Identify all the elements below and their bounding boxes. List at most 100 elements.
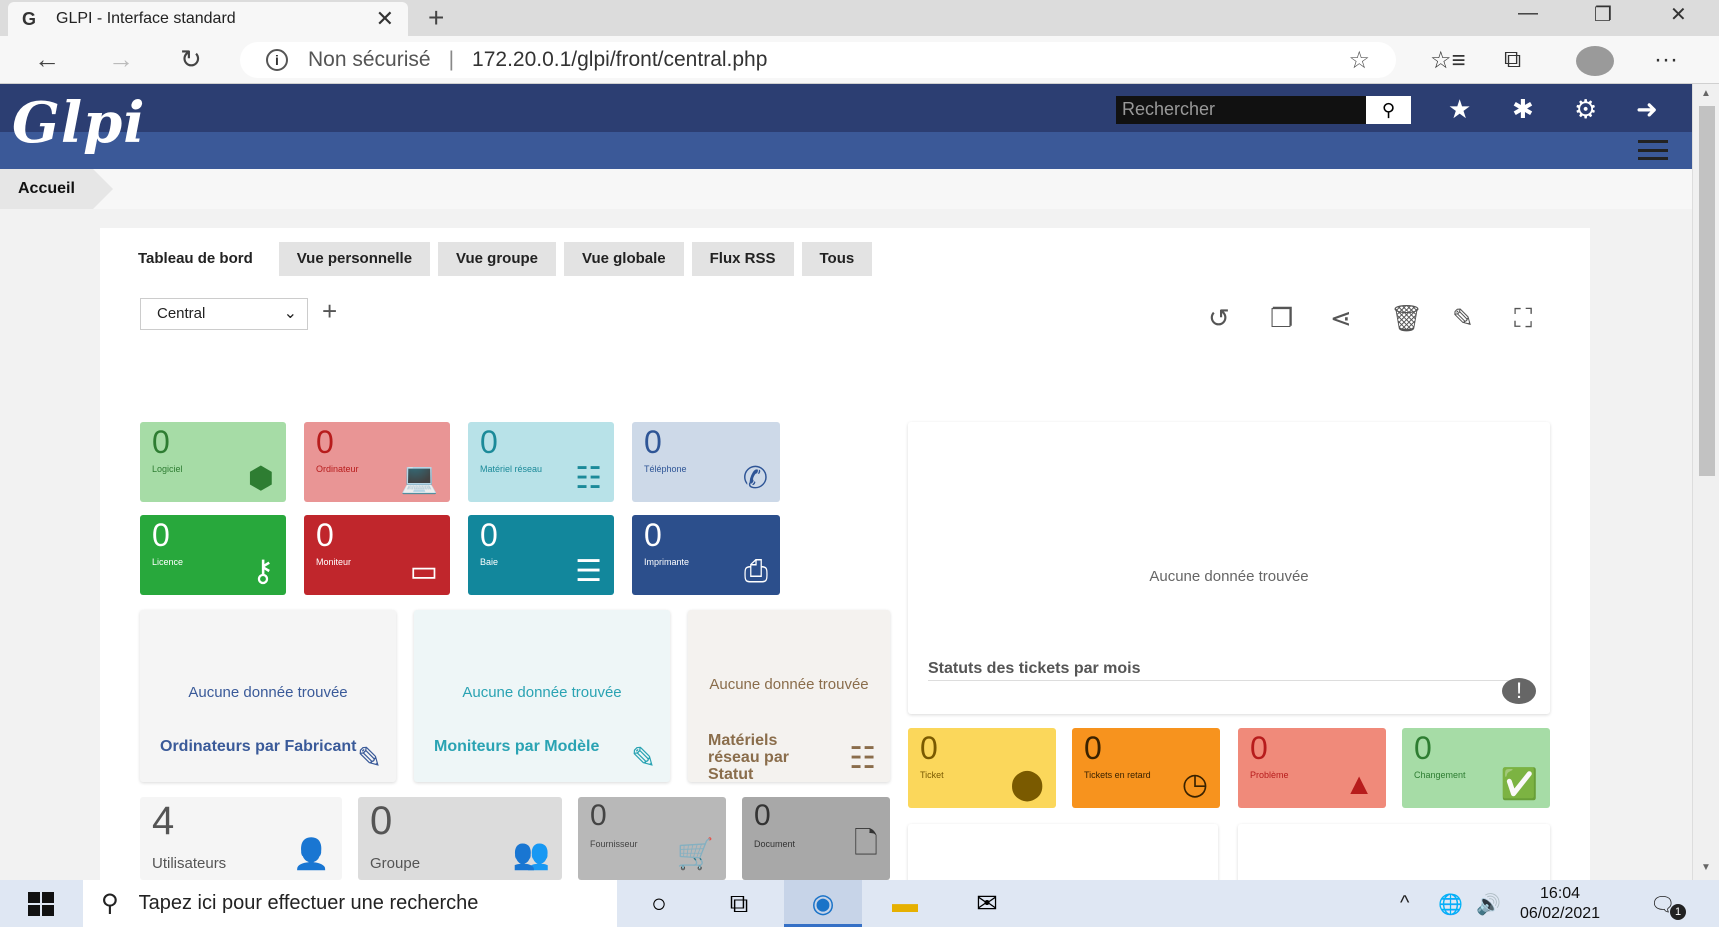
tile-telephone[interactable]: 0 Téléphone ✆ <box>632 422 780 502</box>
tile-licence[interactable]: 0 Licence ⚷ <box>140 515 286 595</box>
panel-title: Matériels réseau par Statut <box>708 732 789 783</box>
network-globe-icon[interactable]: 🌐 <box>1438 892 1463 917</box>
tile-label: Ordinateur <box>316 464 359 474</box>
mail-icon[interactable]: ✉ <box>948 880 1026 927</box>
search-icon[interactable]: ⚲ <box>1366 96 1411 124</box>
logout-icon[interactable]: ➜ <box>1636 94 1658 125</box>
tile-label: Groupe <box>370 855 421 872</box>
file-explorer-icon[interactable]: ▬ <box>866 880 944 927</box>
no-data-text: Aucune donnée trouvée <box>188 684 348 701</box>
tile-baie[interactable]: 0 Baie ☰ <box>468 515 614 595</box>
search-input[interactable]: Rechercher <box>1116 96 1366 124</box>
refresh-icon[interactable]: ↻ <box>180 44 202 75</box>
tab-tableau-de-bord[interactable]: Tableau de bord <box>120 242 271 276</box>
tile-label: Moniteur <box>316 557 352 567</box>
more-icon[interactable]: ··· <box>1654 46 1678 74</box>
panel-statuts-tickets: Aucune donnée trouvée Statuts des ticket… <box>908 422 1550 714</box>
minimize-icon[interactable]: — <box>1518 2 1538 25</box>
collections-icon[interactable]: ⧉ <box>1504 46 1521 74</box>
tile-moniteur[interactable]: 0 Moniteur ▭ <box>304 515 450 595</box>
edit-icon[interactable]: ✎ <box>631 741 656 776</box>
browser-tab[interactable]: G GLPI - Interface standard ✕ <box>8 2 408 36</box>
clone-icon[interactable]: ❐ <box>1270 303 1293 334</box>
gear-icon[interactable]: ⚙ <box>1574 94 1597 125</box>
star-icon[interactable]: ★ <box>1448 94 1471 125</box>
panel-placeholder-right <box>1238 824 1550 884</box>
profile-avatar[interactable] <box>1576 46 1614 76</box>
page-scrollbar[interactable]: ▲ ▼ <box>1692 84 1719 880</box>
share-icon[interactable]: ⋖ <box>1330 303 1352 334</box>
tile-value: 0 <box>316 424 334 460</box>
tile-materiel-reseau[interactable]: 0 Matériel réseau ☷ <box>468 422 614 502</box>
info-icon[interactable]: i <box>266 49 288 71</box>
chevron-up-icon[interactable]: ^ <box>1400 892 1409 915</box>
close-tab-icon[interactable]: ✕ <box>376 6 394 32</box>
close-window-icon[interactable]: ✕ <box>1670 2 1687 27</box>
tile-tickets-en-retard[interactable]: 0 Tickets en retard ◷ <box>1072 728 1220 808</box>
alert-circle-icon[interactable]: ! <box>1502 678 1536 704</box>
trash-icon[interactable]: 🗑 <box>1390 303 1423 334</box>
taskbar-search[interactable]: ⚲ Tapez ici pour effectuer une recherche <box>83 880 617 927</box>
tile-value: 0 <box>1414 730 1432 766</box>
restore-icon[interactable]: ❐ <box>1594 2 1612 27</box>
tile-ordinateur[interactable]: 0 Ordinateur 💻 <box>304 422 450 502</box>
new-tab-icon[interactable]: + <box>428 2 444 34</box>
dashboard-card: Tableau de bord Vue personnelle Vue grou… <box>100 228 1590 884</box>
tile-label: Licence <box>152 557 184 567</box>
glpi-logo[interactable]: Glpi <box>12 90 146 156</box>
tile-ticket[interactable]: 0 Ticket ⬤ <box>908 728 1056 808</box>
tab-tous[interactable]: Tous <box>801 242 873 276</box>
scroll-up-icon[interactable]: ▲ <box>1701 88 1711 99</box>
taskbar-search-text: Tapez ici pour effectuer une recherche <box>138 892 479 914</box>
clock-icon: ◷ <box>1181 768 1208 801</box>
tab-flux-rss[interactable]: Flux RSS <box>691 242 794 276</box>
menu-icon[interactable] <box>1638 140 1668 160</box>
breadcrumb[interactable]: Accueil <box>0 169 113 209</box>
tile-value: 0 <box>370 799 393 843</box>
tile-fournisseur[interactable]: 0 Fournisseur 🛒 <box>578 797 726 880</box>
back-icon[interactable]: ← <box>34 44 60 75</box>
panel-placeholder-left <box>908 824 1218 884</box>
tile-probleme[interactable]: 0 Problème ▲ <box>1238 728 1386 808</box>
edge-icon[interactable]: ◉ <box>784 880 862 927</box>
forward-icon[interactable]: → <box>108 44 134 75</box>
favicon-icon: G <box>22 8 37 29</box>
edit-icon[interactable]: ✎ <box>1452 303 1474 334</box>
task-view-icon[interactable]: ⧉ <box>700 880 778 927</box>
panel-materiels-reseau-statut: Aucune donnée trouvée Matériels réseau p… <box>688 610 890 783</box>
tab-vue-groupe[interactable]: Vue groupe <box>438 242 556 276</box>
windows-start-icon[interactable] <box>28 892 54 916</box>
tile-logiciel[interactable]: 0 Logiciel ⬢ <box>140 422 286 502</box>
history-icon[interactable]: ↺ <box>1208 303 1230 334</box>
dashboard-select[interactable]: Central ⌄ <box>140 298 308 330</box>
tab-vue-globale[interactable]: Vue globale <box>564 242 684 276</box>
tile-groupe[interactable]: 0 Groupe 👥 <box>358 797 562 880</box>
network-icon[interactable]: ☷ <box>849 741 876 776</box>
edit-icon[interactable]: ✎ <box>357 741 382 776</box>
favorite-star-icon[interactable]: ☆ <box>1348 46 1370 75</box>
tile-value: 0 <box>754 799 771 832</box>
tile-value: 0 <box>644 424 662 460</box>
tile-utilisateurs[interactable]: 4 Utilisateurs 👤 <box>140 797 342 880</box>
address-bar-row: ← → ↻ i Non sécurisé | 172.20.0.1/glpi/f… <box>0 36 1719 84</box>
tile-value: 0 <box>1084 730 1102 766</box>
tab-vue-personnelle[interactable]: Vue personnelle <box>278 242 431 276</box>
add-dashboard-icon[interactable]: + <box>322 296 337 327</box>
laptop-icon: 💻 <box>400 462 438 495</box>
scroll-down-icon[interactable]: ▼ <box>1701 862 1711 873</box>
fullscreen-icon[interactable]: ⛶ <box>1514 303 1532 335</box>
tile-value: 0 <box>644 517 662 553</box>
taskbar-clock[interactable]: 16:04 06/02/2021 <box>1520 884 1600 924</box>
tile-document[interactable]: 0 Document 🗋 <box>742 797 890 880</box>
windows-taskbar: ⚲ Tapez ici pour effectuer une recherche… <box>0 880 1719 927</box>
volume-icon[interactable]: 🔊 <box>1476 892 1501 917</box>
bug-icon[interactable]: ✱ <box>1512 94 1534 125</box>
tile-changement[interactable]: 0 Changement ✅ <box>1402 728 1550 808</box>
scroll-thumb[interactable] <box>1699 106 1715 476</box>
favorites-icon[interactable]: ☆≡ <box>1430 46 1466 75</box>
tile-imprimante[interactable]: 0 Imprimante ⎙ <box>632 515 780 595</box>
url-field[interactable]: i Non sécurisé | 172.20.0.1/glpi/front/c… <box>240 42 1396 78</box>
cortana-icon[interactable]: ○ <box>620 880 698 927</box>
glpi-header: Glpi Rechercher ⚲ ★ ✱ ⚙ ➜ <box>0 84 1692 169</box>
no-data-text: Aucune donnée trouvée <box>462 684 622 701</box>
